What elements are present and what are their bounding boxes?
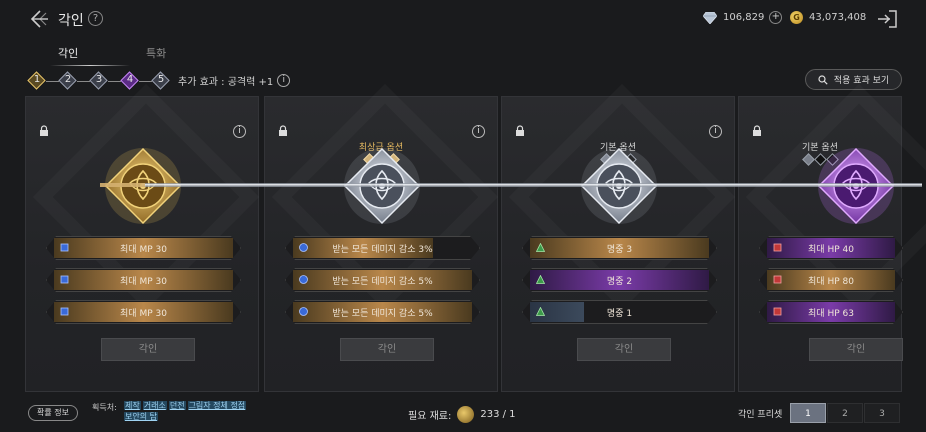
- bottom-bar: 확률 정보 획득처: 제작 거래소 던전 그림자 정체 정점보안의 탑 필요 재료: …: [0, 392, 926, 432]
- tab-specialize[interactable]: 특화: [146, 45, 166, 61]
- engrave-button[interactable]: 각인: [101, 338, 195, 361]
- step-2[interactable]: 2: [58, 71, 77, 90]
- bonus-effect: 추가 효과 : 공격력 +1 i: [178, 73, 291, 88]
- required-material: 필요 재료: 233 / 1: [408, 406, 516, 423]
- gem-currency: 106,829 +: [703, 11, 783, 24]
- preset-1-button[interactable]: 1: [790, 403, 826, 423]
- option-label: 받는 모든 데미지 감소 3%: [332, 245, 433, 255]
- gold-amount: 43,073,408: [809, 12, 867, 23]
- material-icon: [457, 406, 475, 423]
- option-label: 최대 HP 40: [808, 245, 854, 255]
- active-tab-underline: [50, 65, 130, 66]
- engrave-slot-card: i 최상급 옵션 받는 모든 데미지 감소 3% 받는 모든 데미지 감소 5% 받는 …: [264, 96, 498, 392]
- step-5[interactable]: 5: [151, 71, 170, 90]
- preset-label: 각인 프리셋: [738, 410, 783, 420]
- bonus-effect-text: 추가 효과 : 공격력 +1: [178, 77, 274, 88]
- rate-info-button[interactable]: 확률 정보: [28, 405, 78, 421]
- engrave-slot-card: i 기본 옵션 명중 3 명중 2 명중 1 각인: [501, 96, 735, 392]
- option-slot[interactable]: 최대 HP 80: [759, 268, 903, 292]
- option-slot[interactable]: 최대 HP 63: [759, 300, 903, 324]
- option-slot[interactable]: 최대 HP 40: [759, 236, 903, 260]
- source-link[interactable]: 그림자 정체 정점: [187, 401, 247, 410]
- option-slot[interactable]: 받는 모든 데미지 감소 5%: [285, 300, 480, 324]
- option-slot[interactable]: 최대 MP 30: [46, 268, 241, 292]
- exit-icon[interactable]: [876, 8, 898, 30]
- tab-engrave[interactable]: 각인: [58, 45, 78, 61]
- top-bar: 각인 ? 106,829 + G 43,073,408: [0, 0, 926, 40]
- step-1[interactable]: 1: [27, 71, 46, 90]
- diamond-icon: [703, 11, 717, 24]
- option-slot[interactable]: 최대 MP 30: [46, 300, 241, 324]
- step-4[interactable]: 4: [120, 71, 139, 90]
- option-slot[interactable]: 받는 모든 데미지 감소 5%: [285, 268, 480, 292]
- option-slot[interactable]: 최대 MP 30: [46, 236, 241, 260]
- option-label: 명중 1: [606, 309, 633, 319]
- info-icon[interactable]: i: [277, 74, 291, 87]
- tab-bar: 각인 특화: [26, 38, 186, 68]
- engrave-emblem-silver[interactable]: [343, 147, 421, 225]
- engrave-emblem-purple[interactable]: [817, 147, 895, 225]
- preset-2-button[interactable]: 2: [827, 403, 863, 423]
- lock-icon[interactable]: [514, 125, 526, 137]
- back-arrow-icon[interactable]: [28, 8, 50, 30]
- info-icon[interactable]: i: [709, 125, 722, 138]
- gem-amount: 106,829: [723, 12, 765, 23]
- engrave-button[interactable]: 각인: [809, 338, 903, 361]
- option-label: 명중 2: [606, 277, 633, 287]
- preset-3-button[interactable]: 3: [864, 403, 900, 423]
- option-label: 받는 모든 데미지 감소 5%: [332, 309, 433, 319]
- source-link[interactable]: 거래소: [142, 401, 167, 410]
- option-slot[interactable]: 명중 3: [522, 236, 717, 260]
- option-label: 최대 HP 63: [808, 309, 854, 319]
- info-icon[interactable]: i: [472, 125, 485, 138]
- engrave-emblem-silver[interactable]: [580, 147, 658, 225]
- gold-coin-icon: G: [790, 11, 803, 24]
- option-slot[interactable]: 명중 1: [522, 300, 717, 324]
- option-label: 최대 MP 30: [120, 245, 167, 255]
- engrave-emblem-gold[interactable]: [104, 147, 182, 225]
- source-label: 획득처:: [92, 403, 117, 412]
- material-count: 233 / 1: [480, 409, 516, 420]
- source-link[interactable]: 보안의 탑: [124, 412, 158, 421]
- engrave-button[interactable]: 각인: [340, 338, 434, 361]
- option-label: 최대 MP 30: [120, 277, 167, 287]
- gold-currency: G 43,073,408: [790, 11, 866, 24]
- engrave-button[interactable]: 각인: [577, 338, 671, 361]
- source-link[interactable]: 던전: [168, 401, 186, 410]
- step-3[interactable]: 3: [89, 71, 108, 90]
- material-label: 필요 재료:: [408, 411, 452, 422]
- add-gem-button[interactable]: +: [769, 11, 783, 24]
- engrave-slot-card: 기본 옵션 최대 HP 40 최대 HP 80 최대 HP 63 각인: [738, 96, 903, 392]
- help-icon[interactable]: ?: [88, 11, 103, 26]
- lock-icon[interactable]: [38, 125, 50, 137]
- view-effects-button[interactable]: 적용 효과 보기: [805, 69, 902, 90]
- option-slot[interactable]: 명중 2: [522, 268, 717, 292]
- lock-icon[interactable]: [751, 125, 763, 137]
- source-link[interactable]: 제작: [124, 401, 141, 410]
- engrave-slot-card: i 최대 MP 30 최대 MP 30 최대 MP 30 각인: [25, 96, 259, 392]
- option-slot[interactable]: 받는 모든 데미지 감소 3%: [285, 236, 480, 260]
- info-icon[interactable]: i: [233, 125, 246, 138]
- option-label: 최대 MP 30: [120, 309, 167, 319]
- source-links: 제작 거래소 던전 그림자 정체 정점보안의 탑: [124, 400, 274, 422]
- grade-pip: [801, 153, 815, 166]
- search-icon: [818, 74, 828, 85]
- option-label: 최대 HP 80: [808, 277, 854, 287]
- option-label: 명중 3: [606, 245, 633, 255]
- view-effects-label: 적용 효과 보기: [833, 76, 890, 86]
- option-label: 받는 모든 데미지 감소 5%: [332, 277, 433, 287]
- page-title: 각인: [58, 13, 84, 29]
- lock-icon[interactable]: [277, 125, 289, 137]
